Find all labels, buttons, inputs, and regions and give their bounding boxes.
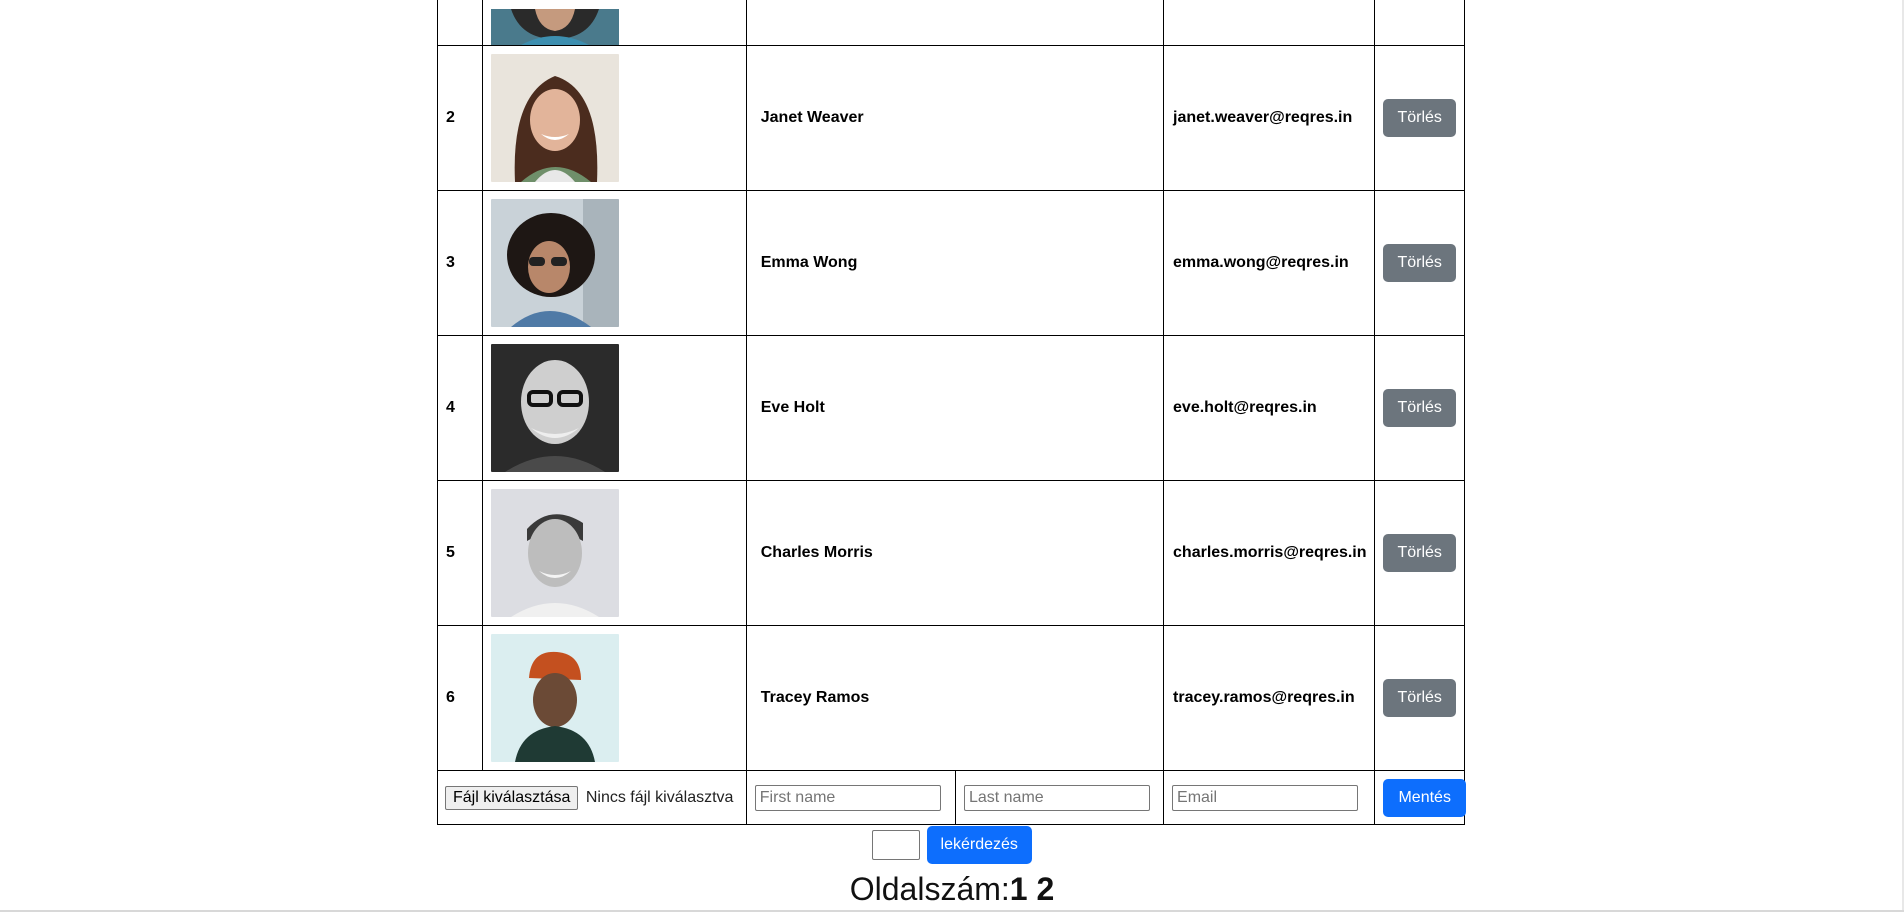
pagination: Oldalszám:1 2 <box>0 866 1904 912</box>
user-name: Charles Morris <box>745 480 1165 626</box>
avatar-upload-cell: Fájl kiválasztása Nincs fájl kiválasztva <box>437 770 747 825</box>
page-query-bar: lekérdezés <box>0 826 1904 864</box>
action-cell: Törlés <box>1374 625 1465 771</box>
avatar <box>490 9 619 45</box>
user-id: 5 <box>437 480 483 626</box>
user-id: 3 <box>437 190 483 336</box>
avatar-cell <box>481 0 747 46</box>
first-name-field[interactable] <box>754 784 941 811</box>
avatar <box>490 634 619 762</box>
choose-file-button[interactable]: Fájl kiválasztása <box>445 785 579 810</box>
user-email: eve.holt@reqres.in <box>1163 335 1376 481</box>
action-cell <box>1374 0 1465 46</box>
table-row: 4 Eve Holt eve.holt@reqres.in Törlés <box>437 335 1465 481</box>
user-id-cell <box>437 0 483 46</box>
action-cell: Törlés <box>1374 480 1465 626</box>
table-row: 3 Emma Wong emma.wong@reqres.in Törlés <box>437 190 1465 336</box>
name-cell <box>745 0 1165 46</box>
user-email: tracey.ramos@reqres.in <box>1163 625 1376 771</box>
page-number-label: Oldalszám: <box>849 871 1010 907</box>
email-field[interactable] <box>1172 784 1359 811</box>
last-name-field[interactable] <box>963 784 1150 811</box>
delete-button[interactable]: Törlés <box>1383 679 1456 717</box>
avatar <box>490 344 619 472</box>
user-name: Tracey Ramos <box>745 625 1165 771</box>
query-button[interactable]: lekérdezés <box>926 826 1032 864</box>
first-name-cell <box>745 770 956 825</box>
avatar <box>490 199 619 327</box>
email-cell <box>1163 0 1376 46</box>
user-id: 2 <box>437 45 483 191</box>
page-number-input[interactable] <box>872 830 921 860</box>
delete-button[interactable]: Törlés <box>1383 99 1456 137</box>
avatar-cell <box>481 625 747 771</box>
user-name: Janet Weaver <box>745 45 1165 191</box>
user-email: charles.morris@reqres.in <box>1163 480 1376 626</box>
action-cell: Törlés <box>1374 45 1465 191</box>
action-cell: Törlés <box>1374 335 1465 481</box>
avatar-cell <box>481 190 747 336</box>
user-id: 6 <box>437 625 483 771</box>
delete-button[interactable]: Törlés <box>1383 244 1456 282</box>
avatar-cell <box>481 480 747 626</box>
delete-button[interactable]: Törlés <box>1383 534 1456 572</box>
table-row: 5 Charles Morris charles.morris@reqres.i… <box>437 480 1465 626</box>
new-user-form-row: Fájl kiválasztása Nincs fájl kiválasztva… <box>437 770 1466 825</box>
file-status-text: Nincs fájl kiválasztva <box>585 788 734 806</box>
last-name-cell <box>954 770 1165 825</box>
avatar-cell <box>481 335 747 481</box>
avatar-cell <box>481 45 747 191</box>
user-name: Emma Wong <box>745 190 1165 336</box>
save-button[interactable]: Mentés <box>1383 778 1466 817</box>
avatar <box>490 54 619 182</box>
user-id: 4 <box>437 335 483 481</box>
users-table: 2 Janet Weaver janet.weaver@reqres.in Tö… <box>437 0 1466 825</box>
table-row: 6 Tracey Ramos tracey.ramos@reqres.in Tö… <box>437 625 1465 771</box>
table-row <box>437 0 1465 46</box>
delete-button[interactable]: Törlés <box>1383 389 1456 427</box>
user-email: janet.weaver@reqres.in <box>1163 45 1376 191</box>
user-name: Eve Holt <box>745 335 1165 481</box>
user-email: emma.wong@reqres.in <box>1163 190 1376 336</box>
table-row: 2 Janet Weaver janet.weaver@reqres.in Tö… <box>437 45 1465 191</box>
page-links[interactable]: 1 2 <box>1010 871 1054 907</box>
action-cell: Törlés <box>1374 190 1465 336</box>
avatar <box>490 489 619 617</box>
email-input-cell <box>1163 770 1376 825</box>
save-cell: Mentés <box>1374 770 1466 825</box>
